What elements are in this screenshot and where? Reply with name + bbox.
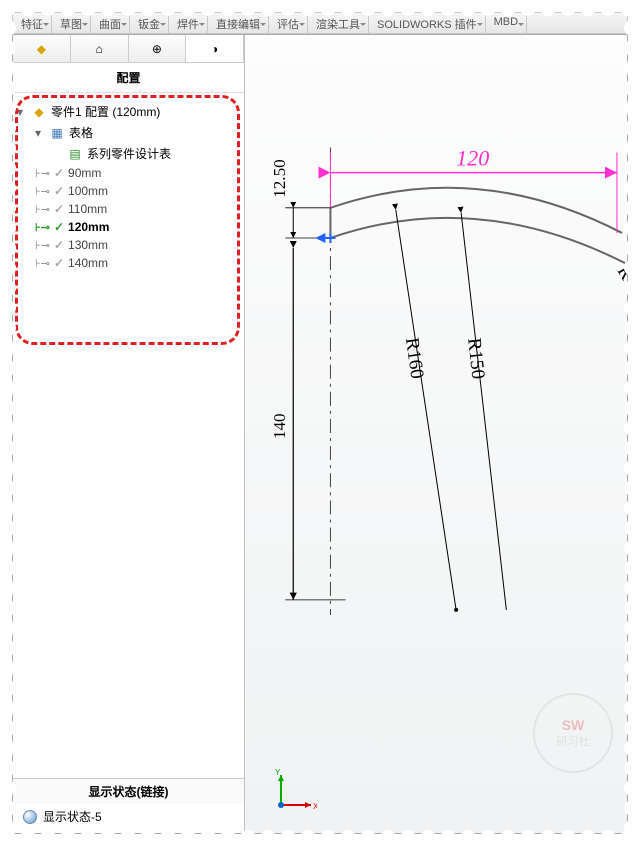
config-mark-icon: ⊦⊸ <box>35 257 50 270</box>
dimension-r150: R150 <box>463 337 488 380</box>
ribbon-tab[interactable]: 草图 <box>52 13 91 33</box>
tree-tables-label: 表格 <box>69 124 93 141</box>
design-table-icon: ▤ <box>67 146 83 162</box>
tables-icon: ▦ <box>49 125 65 141</box>
part-icon: ◆ <box>31 104 47 120</box>
panel-title: 配置 <box>13 63 244 93</box>
config-mark-icon: ⊦⊸ <box>35 185 50 198</box>
config-item[interactable]: ⊦⊸✓100mm <box>35 182 240 200</box>
tree-root[interactable]: ▾ ◆ 零件1 配置 (120mm) <box>17 101 240 122</box>
view-triad[interactable]: X Y <box>273 769 317 813</box>
svg-text:Y: Y <box>275 769 281 777</box>
active-check-icon: ✓ <box>54 220 64 234</box>
main-area: ◆ ⌂ ⊕ ◑ 配置 ▾ ◆ 零件1 配置 (120mm) ▾ ▦ 表格 <box>12 34 628 834</box>
config-mark-icon: ⊦⊸ <box>35 167 50 180</box>
dimension-140: 140 <box>270 413 289 439</box>
ribbon-tab[interactable]: MBD <box>486 13 527 33</box>
dimension-top: 120 <box>456 146 489 171</box>
ribbon-tab[interactable]: 渲染工具 <box>308 13 369 33</box>
svg-text:X: X <box>313 802 317 811</box>
config-mark-icon: ⊦⊸ <box>35 239 50 252</box>
ribbon-tab[interactable]: 评估 <box>269 13 308 33</box>
config-mark-icon: ⊦⊸ <box>35 203 50 216</box>
config-item[interactable]: ⊦⊸✓110mm <box>35 200 240 218</box>
inactive-check-icon: ✓ <box>54 202 64 216</box>
panel-tab-feature[interactable]: ◆ <box>13 35 71 62</box>
config-item[interactable]: ⊦⊸✓90mm <box>35 164 240 182</box>
ribbon-tab[interactable]: 直接编辑 <box>208 13 269 33</box>
panel-tab-config[interactable]: ◑ <box>186 35 244 62</box>
target-icon: ⊕ <box>149 41 165 57</box>
ribbon-tab[interactable]: 焊件 <box>169 13 208 33</box>
cube-icon: ◆ <box>33 41 49 57</box>
tree-root-label: 零件1 配置 (120mm) <box>51 103 160 120</box>
panel-tab-property[interactable]: ⌂ <box>71 35 129 62</box>
configuration-panel: ◆ ⌂ ⊕ ◑ 配置 ▾ ◆ 零件1 配置 (120mm) ▾ ▦ 表格 <box>13 35 245 833</box>
appearance-icon <box>23 810 37 824</box>
graphics-viewport[interactable]: 120 12.50 140 R160 R150 R <box>245 35 627 833</box>
ribbon-tab[interactable]: 钣金 <box>130 13 169 33</box>
dimension-r-partial: R <box>613 262 627 284</box>
dimension-r160: R160 <box>401 336 428 380</box>
panel-tab-strip: ◆ ⌂ ⊕ ◑ <box>13 35 244 63</box>
tree-tables[interactable]: ▾ ▦ 表格 <box>35 122 240 143</box>
ribbon-tab[interactable]: 特征 <box>13 13 52 33</box>
inactive-check-icon: ✓ <box>54 238 64 252</box>
ribbon-tab[interactable]: 曲面 <box>91 13 130 33</box>
pie-icon: ◑ <box>207 41 223 57</box>
inactive-check-icon: ✓ <box>54 184 64 198</box>
design-table-label: 系列零件设计表 <box>87 145 171 162</box>
config-item[interactable]: ⊦⊸✓140mm <box>35 254 240 272</box>
config-tree: ▾ ◆ 零件1 配置 (120mm) ▾ ▦ 表格 ▤ 系列零件设计表 <box>13 93 244 778</box>
display-state-header: 显示状态(链接) <box>13 778 244 804</box>
collapse-icon[interactable]: ▾ <box>35 126 45 140</box>
ribbon-tabs: 特征 草图 曲面 钣金 焊件 直接编辑 评估 渲染工具 SOLIDWORKS 插… <box>12 12 628 34</box>
config-item[interactable]: ⊦⊸✓130mm <box>35 236 240 254</box>
inactive-check-icon: ✓ <box>54 166 64 180</box>
collapse-icon[interactable]: ▾ <box>17 105 27 119</box>
config-mark-icon: ⊦⊸ <box>35 221 50 234</box>
panel-tab-display[interactable]: ⊕ <box>129 35 187 62</box>
inactive-check-icon: ✓ <box>54 256 64 270</box>
tree-design-table[interactable]: ▤ 系列零件设计表 <box>53 143 240 164</box>
ribbon-tab[interactable]: SOLIDWORKS 插件 <box>369 13 486 33</box>
watermark: SW 研习社 <box>533 693 613 773</box>
property-icon: ⌂ <box>91 41 107 57</box>
display-state-label: 显示状态-5 <box>43 808 102 825</box>
config-item-active[interactable]: ⊦⊸✓120mm <box>35 218 240 236</box>
dimension-12: 12.50 <box>270 159 289 197</box>
display-state-item[interactable]: 显示状态-5 <box>13 804 244 833</box>
